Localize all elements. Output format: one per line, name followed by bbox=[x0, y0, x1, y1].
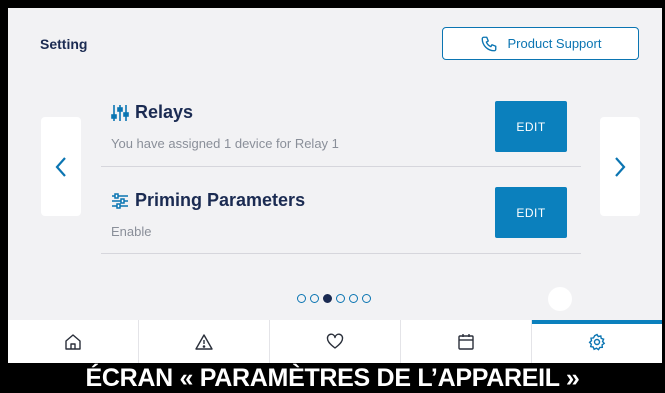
page-dot[interactable] bbox=[362, 294, 371, 303]
tab-favorites[interactable] bbox=[270, 320, 401, 363]
priming-sliders-icon bbox=[112, 192, 128, 209]
product-support-label: Product Support bbox=[507, 36, 602, 51]
chevron-left-icon bbox=[55, 156, 66, 177]
warning-icon bbox=[195, 333, 213, 350]
tab-settings[interactable] bbox=[532, 320, 662, 363]
priming-parameters-edit-button[interactable]: EDIT bbox=[495, 187, 567, 238]
product-support-button[interactable]: Product Support bbox=[442, 27, 639, 60]
chevron-right-icon bbox=[615, 156, 626, 177]
relay-sliders-icon bbox=[111, 104, 129, 121]
screen-caption: ÉCRAN « PARAMÈTRES DE L’APPAREIL » bbox=[85, 364, 580, 392]
page-dot[interactable] bbox=[310, 294, 319, 303]
priming-parameters-subtitle: Enable bbox=[111, 224, 152, 239]
relays-edit-button[interactable]: EDIT bbox=[495, 101, 567, 152]
settings-screen: Setting Product Support Relays You have … bbox=[8, 8, 662, 363]
page-indicator bbox=[297, 294, 371, 303]
priming-parameters-card: Priming Parameters Enable EDIT bbox=[101, 176, 581, 254]
gear-icon bbox=[588, 333, 606, 351]
page-title: Setting bbox=[40, 36, 88, 52]
previous-page-button[interactable] bbox=[41, 117, 81, 216]
touch-indicator bbox=[548, 287, 572, 311]
page-dot-current[interactable] bbox=[323, 294, 332, 303]
phone-icon bbox=[481, 36, 496, 51]
tab-schedule[interactable] bbox=[401, 320, 532, 363]
home-icon bbox=[65, 333, 81, 350]
page-dot[interactable] bbox=[297, 294, 306, 303]
relays-subtitle: You have assigned 1 device for Relay 1 bbox=[111, 136, 339, 151]
relays-card: Relays You have assigned 1 device for Re… bbox=[101, 88, 581, 167]
page-dot[interactable] bbox=[336, 294, 345, 303]
tab-alerts[interactable] bbox=[139, 320, 270, 363]
page-dot[interactable] bbox=[349, 294, 358, 303]
bottom-tab-bar bbox=[8, 320, 662, 363]
calendar-icon bbox=[458, 333, 474, 350]
next-page-button[interactable] bbox=[600, 117, 640, 216]
priming-parameters-title: Priming Parameters bbox=[135, 190, 306, 210]
relays-title: Relays bbox=[135, 102, 194, 122]
heart-icon bbox=[326, 333, 344, 349]
tab-home[interactable] bbox=[8, 320, 139, 363]
